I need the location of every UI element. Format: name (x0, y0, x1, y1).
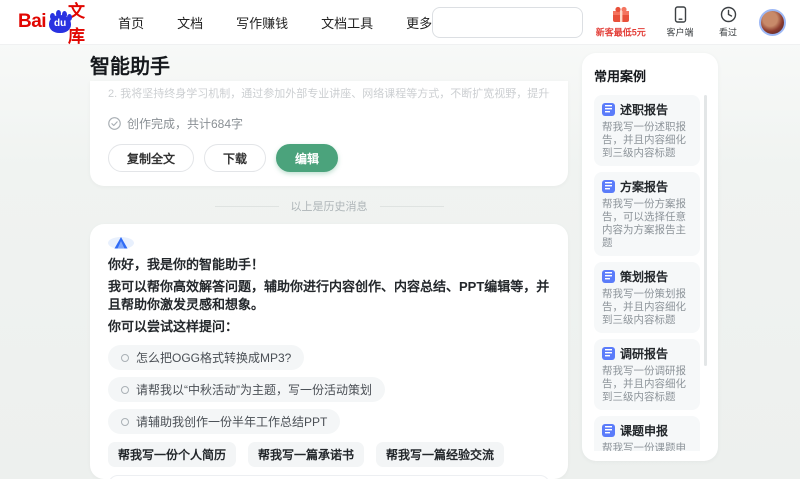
divider-line-left (214, 205, 279, 207)
history-tail-text: 2. 我将坚持终身学习机制，通过参加外部专业讲座、网络课程等方式，不断扩宽视野，… (108, 88, 550, 100)
suggestion-text: 请帮我以“中秋活动”为主题，写一份活动策划 (136, 383, 372, 397)
case-item-project-application[interactable]: 课题申报 帮我写一份课题申报材料，课题自选 (594, 416, 700, 451)
case-title: 述职报告 (620, 103, 669, 117)
user-avatar[interactable] (759, 8, 786, 36)
case-desc: 帮我写一份调研报告，并且内容细化到三级内容标题 (602, 365, 686, 403)
case-desc: 帮我写一份策划报告，并且内容细化到三级内容标题 (602, 288, 686, 326)
baidu-wenku-logo[interactable]: Bai du 文库 (18, 0, 92, 47)
history-divider: 以上是历史消息 (90, 198, 568, 214)
assistant-chat-card: 你好，我是你的智能助手！ 我可以帮你高效解答问题，辅助你进行内容创作、内容总结、… (90, 224, 568, 479)
suggestion-text: 请辅助我创作一份半年工作总结PPT (136, 415, 328, 429)
assistant-try-label: 你可以尝试这样提问： (108, 319, 239, 334)
case-desc: 帮我写一份课题申报材料，课题自选 (602, 442, 686, 451)
cases-panel-title: 常用案例 (594, 69, 647, 84)
client-app-entry[interactable]: 客户端 (663, 5, 697, 39)
suggestion-chip-ogg-mp3[interactable]: 怎么把OGG格式转换成MP3? (108, 345, 305, 370)
doc-icon (602, 180, 615, 193)
doc-icon (602, 347, 615, 360)
prompt-bullet-icon (121, 417, 129, 426)
promo-label: 新客最低5元 (596, 27, 647, 38)
download-button[interactable]: 下载 (204, 144, 267, 172)
case-desc: 帮我写一份述职报告，并且内容细化到三级内容标题 (602, 121, 686, 159)
page-title: 智能助手 (90, 56, 170, 78)
case-title: 方案报告 (620, 180, 669, 194)
promo-entry[interactable]: 新客最低5元 (593, 6, 649, 39)
check-circle-icon (108, 117, 121, 130)
main-nav: 首页 文档 写作赚钱 文档工具 更多 (118, 13, 432, 32)
content-area: 智能助手 2. 我将坚持终身学习机制，通过参加外部专业讲座、网络课程等方式，不断… (0, 45, 800, 479)
case-title: 策划报告 (620, 270, 669, 284)
search-bar: 搜索文档 (432, 6, 584, 38)
client-label: 客户端 (666, 27, 694, 38)
viewed-history-entry[interactable]: 看过 (711, 6, 745, 39)
doc-icon (602, 270, 615, 283)
quick-prompts-row: 帮我写一份个人简历 帮我写一篇承诺书 帮我写一篇经验交流 (108, 434, 550, 467)
case-desc: 帮我写一份方案报告，可以选择任意内容为方案报告主题 (602, 198, 686, 249)
cases-list: 述职报告 帮我写一份述职报告，并且内容细化到三级内容标题 方案报告 帮我写一份方… (594, 95, 708, 451)
assistant-avatar-icon (108, 237, 134, 249)
case-title: 调研报告 (620, 347, 669, 361)
quick-prompt-experience[interactable]: 帮我写一篇经验交流 (376, 442, 505, 467)
doc-icon (602, 424, 615, 437)
case-item-planning-report[interactable]: 策划报告 帮我写一份策划报告，并且内容细化到三级内容标题 (594, 262, 700, 333)
gift-promo-icon (613, 6, 630, 22)
search-input[interactable] (433, 7, 583, 37)
top-navbar: Bai du 文库 首页 文档 写作赚钱 文档工具 更多 搜索文档 新客最低5元 (0, 0, 800, 47)
case-item-debriefing-report[interactable]: 述职报告 帮我写一份述职报告，并且内容细化到三级内容标题 (594, 95, 700, 166)
creation-status-row: 创作完成，共计684字 (108, 115, 550, 132)
assistant-greeting: 你好，我是你的智能助手！ (108, 257, 265, 272)
nav-item-home[interactable]: 首页 (118, 13, 144, 32)
logo-bai-text: Bai (18, 11, 47, 32)
assistant-main-column: 智能助手 2. 我将坚持终身学习机制，通过参加外部专业讲座、网络课程等方式，不断… (90, 53, 568, 479)
assistant-intro: 我可以帮你高效解答问题，辅助你进行内容创作、内容总结、PPT编辑等，并且帮助你激… (108, 279, 550, 312)
doc-icon (602, 103, 615, 116)
sidebar-scrollbar[interactable] (704, 95, 707, 366)
history-message-card: 2. 我将坚持终身学习机制，通过参加外部专业讲座、网络课程等方式，不断扩宽视野，… (90, 81, 568, 186)
chat-input-box: 0/400 ↵ (108, 475, 550, 479)
common-cases-panel: 常用案例 述职报告 帮我写一份述职报告，并且内容细化到三级内容标题 方案报告 帮… (582, 53, 718, 461)
prompt-bullet-icon (121, 385, 129, 394)
case-item-proposal-report[interactable]: 方案报告 帮我写一份方案报告，可以选择任意内容为方案报告主题 (594, 172, 700, 256)
suggestion-chip-halfyear-ppt[interactable]: 请辅助我创作一份半年工作总结PPT (108, 409, 341, 434)
suggested-questions: 怎么把OGG格式转换成MP3? 请帮我以“中秋活动”为主题，写一份活动策划 请辅… (108, 338, 550, 434)
phone-icon (674, 5, 686, 23)
case-title: 课题申报 (620, 424, 669, 438)
history-actions: 复制全文 下载 编辑 (108, 144, 550, 172)
logo-du-text: du (53, 18, 67, 29)
prompt-bullet-icon (121, 353, 129, 362)
suggestion-text: 怎么把OGG格式转换成MP3? (136, 351, 292, 365)
quick-prompt-commitment[interactable]: 帮我写一篇承诺书 (248, 442, 365, 467)
nav-item-docs[interactable]: 文档 (177, 13, 203, 32)
baidu-paw-icon: du (48, 10, 73, 34)
suggestion-chip-midautumn-plan[interactable]: 请帮我以“中秋活动”为主题，写一份活动策划 (108, 377, 385, 402)
case-item-research-report[interactable]: 调研报告 帮我写一份调研报告，并且内容细化到三级内容标题 (594, 339, 700, 410)
nav-item-write-earn[interactable]: 写作赚钱 (236, 13, 288, 32)
divider-line-right (379, 205, 444, 207)
viewed-label: 看过 (719, 27, 737, 38)
creation-status-text: 创作完成，共计684字 (127, 117, 244, 131)
divider-text: 以上是历史消息 (290, 201, 368, 213)
header-icons: 新客最低5元 客户端 看过 (593, 5, 786, 39)
copy-all-button[interactable]: 复制全文 (108, 144, 195, 172)
edit-button[interactable]: 编辑 (276, 144, 339, 172)
nav-item-doc-tools[interactable]: 文档工具 (321, 13, 373, 32)
clock-icon (720, 6, 736, 22)
nav-item-more[interactable]: 更多 (406, 13, 432, 32)
quick-prompt-resume[interactable]: 帮我写一份个人简历 (108, 442, 237, 467)
